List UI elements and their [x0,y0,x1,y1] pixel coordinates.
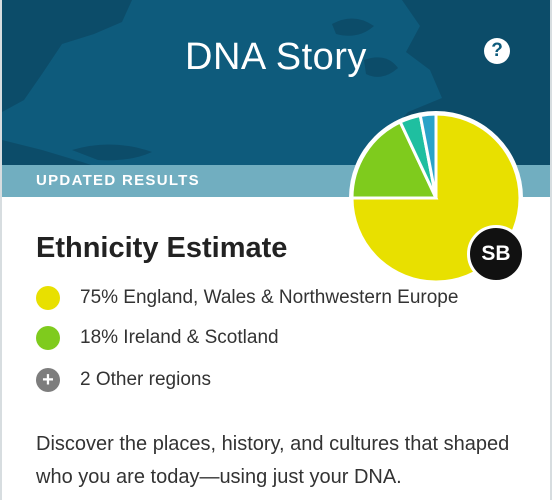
region-label: 18% Ireland & Scotland [80,327,279,348]
question-circle-icon[interactable]: ? [484,38,510,64]
page-title: DNA Story [185,36,367,78]
avatar[interactable]: SB [467,225,525,283]
other-regions-item[interactable]: + 2 Other regions [36,368,211,392]
region-label: 75% England, Wales & Northwestern Europe [80,287,459,308]
region-label: 2 Other regions [80,369,211,390]
banner-label: UPDATED RESULTS [36,172,200,189]
description-text: Discover the places, history, and cultur… [36,433,510,488]
region-color-dot [36,286,60,310]
region-color-dot [36,326,60,350]
ethnicity-estimate-heading: Ethnicity Estimate [36,232,288,264]
plus-circle-icon[interactable]: + [36,368,60,392]
region-item-ireland[interactable]: 18% Ireland & Scotland [36,326,279,350]
dna-story-card[interactable]: DNA Story ? UPDATED RESULTS SB Ethnicity… [0,0,552,500]
region-item-england[interactable]: 75% England, Wales & Northwestern Europe [36,286,458,310]
